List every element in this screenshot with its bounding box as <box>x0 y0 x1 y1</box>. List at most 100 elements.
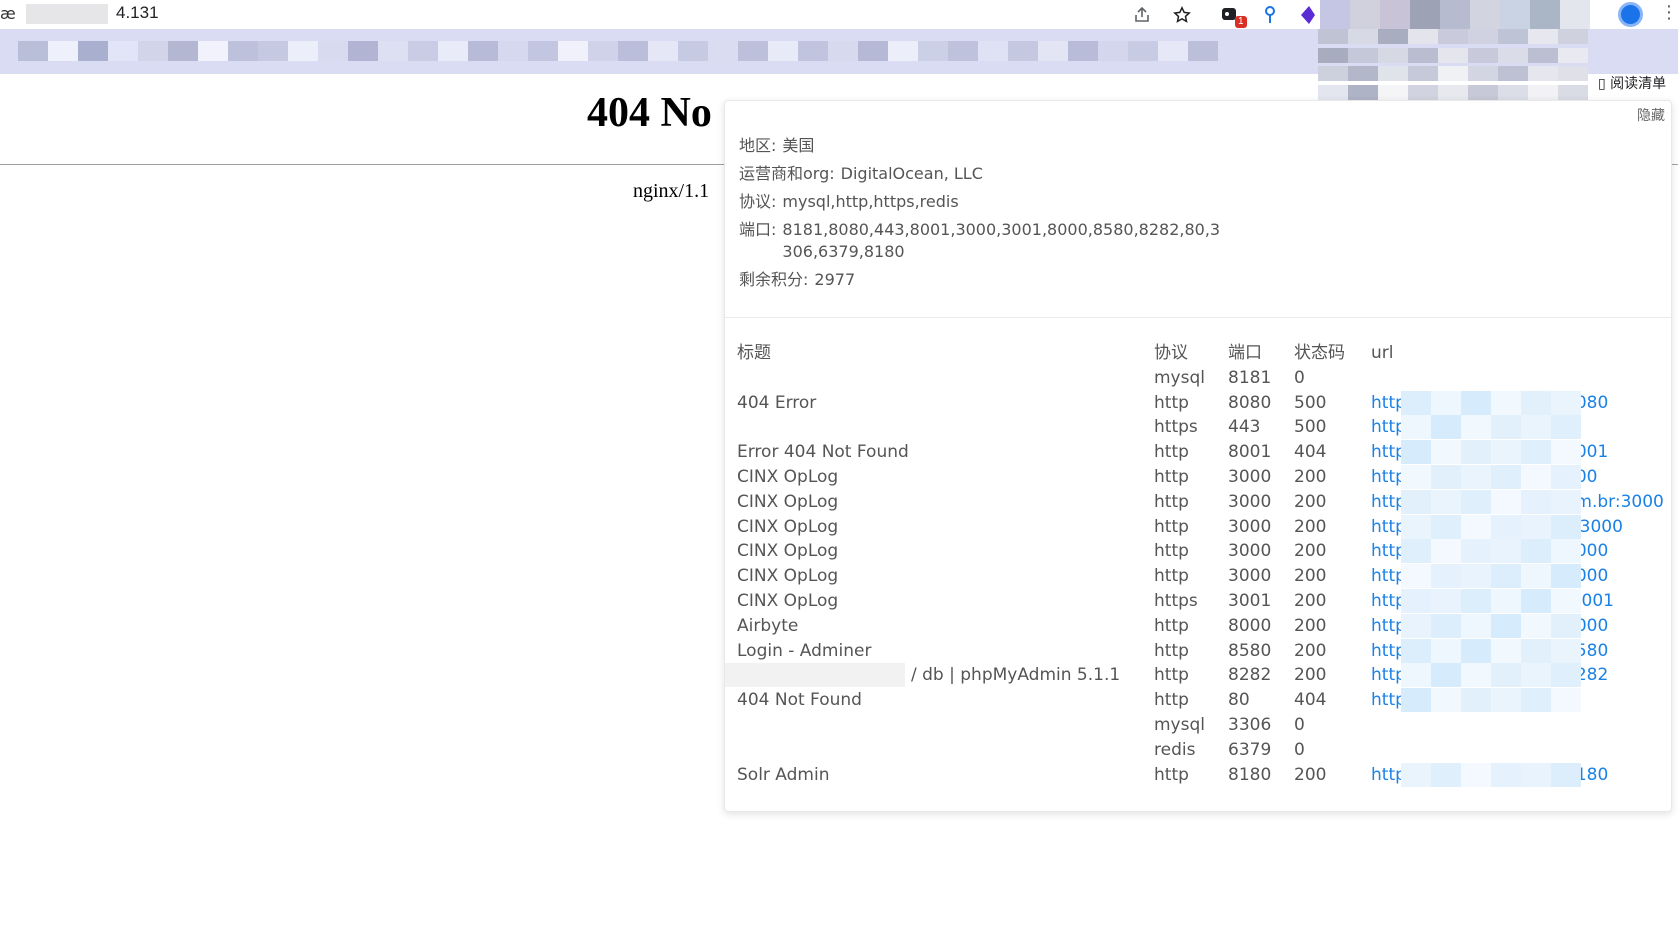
url-redacted <box>1401 489 1581 514</box>
table-row: 404 Not Found http 80 404 http <box>737 688 1667 713</box>
header-status: 状态码 <box>1294 343 1345 363</box>
url-redacted <box>1401 638 1581 663</box>
row-title-text: 404 Not Found <box>737 690 862 711</box>
row-protocol: http <box>1154 516 1189 537</box>
row-port: 3306 <box>1228 714 1272 735</box>
address-redacted <box>26 4 108 24</box>
url-redacted <box>1401 440 1581 465</box>
row-port: 8580 <box>1228 640 1272 661</box>
row-title-text: Airbyte <box>737 615 799 636</box>
row-port: 3000 <box>1228 516 1272 537</box>
row-status: 200 <box>1294 541 1327 562</box>
table-row: CINX OpLog http 3000 200 http 3000 <box>737 564 1667 589</box>
row-status: 500 <box>1294 392 1327 413</box>
table-row: CINX OpLog http 3000 200 http 3000 <box>737 539 1667 564</box>
row-title: CINX OpLog <box>737 564 838 588</box>
url-redacted <box>1401 588 1581 613</box>
row-port: 3000 <box>1228 466 1272 487</box>
hide-button[interactable]: 隐藏 <box>1637 105 1665 125</box>
share-icon[interactable] <box>1130 3 1154 27</box>
row-status: 200 <box>1294 615 1327 636</box>
row-port: 6379 <box>1228 739 1272 760</box>
ports-label: 端口: <box>739 220 777 239</box>
header-port: 端口 <box>1228 343 1262 363</box>
row-port: 443 <box>1228 417 1261 438</box>
row-title-text: Solr Admin <box>737 764 830 785</box>
table-row: Solr Admin http 8180 200 http 3180 <box>737 762 1667 788</box>
address-text[interactable]: 4.131 <box>116 3 159 23</box>
host-info-panel: 隐藏 地区: 美国 运营商和org: DigitalOcean, LLC 协议:… <box>724 100 1672 812</box>
star-icon[interactable] <box>1170 3 1194 27</box>
table-row: CINX OpLog http 3000 200 http om.br:3000 <box>737 489 1667 515</box>
bookmarks-bar: ▯ 阅读清单 <box>0 29 1678 100</box>
url-redacted <box>1401 514 1581 539</box>
row-protocol: http <box>1154 491 1189 512</box>
row-title: Airbyte <box>737 614 798 638</box>
points-label: 剩余积分: <box>739 270 809 289</box>
row-title: CINX OpLog <box>737 465 838 489</box>
title-redacted <box>725 663 905 688</box>
row-protocol: mysql <box>1154 714 1205 735</box>
reading-list-label: 阅读清单 <box>1610 76 1667 92</box>
row-protocol: http <box>1154 541 1189 562</box>
row-protocol: http <box>1154 690 1189 711</box>
server-signature: nginx/1.1 <box>633 180 710 202</box>
row-port: 3000 <box>1228 491 1272 512</box>
row-protocol: http <box>1154 665 1189 686</box>
row-status: 200 <box>1294 566 1327 587</box>
profile-icon[interactable] <box>1618 2 1643 27</box>
url-redacted <box>1401 688 1581 713</box>
row-status: 404 <box>1294 442 1327 463</box>
table-row: https 443 500 http <box>737 415 1667 440</box>
table-row: redis 6379 0 <box>737 738 1667 763</box>
row-title-text: Error 404 Not Found <box>737 442 909 463</box>
row-title: 404 Error <box>737 391 816 415</box>
row-title: CINX OpLog <box>737 515 838 539</box>
kebab-menu-icon[interactable]: ⋮ <box>1660 2 1678 23</box>
row-title-text: CINX OpLog <box>737 516 839 537</box>
pin-icon[interactable] <box>1258 3 1282 27</box>
row-title: Error 404 Not Found <box>737 440 909 464</box>
table-body: mysql 8181 0 404 Error http 8080 500 http 8080 ht… <box>725 366 1667 788</box>
row-status: 200 <box>1294 640 1327 661</box>
row-title-text: CINX OpLog <box>737 541 839 562</box>
row-protocol: http <box>1154 615 1189 636</box>
purple-extension-icon[interactable] <box>1296 3 1320 27</box>
row-status: 500 <box>1294 417 1327 438</box>
region-value: 美国 <box>782 136 815 155</box>
row-title: CINX OpLog <box>737 539 838 563</box>
table-row: mysql 3306 0 <box>737 713 1667 738</box>
protocol-label: 协议: <box>739 192 777 211</box>
url-redacted <box>1401 762 1581 787</box>
table-row: CINX OpLog http 3000 200 http z:3000 <box>737 514 1667 540</box>
url-redacted <box>1401 415 1581 440</box>
host-summary: 地区: 美国 运营商和org: DigitalOcean, LLC 协议: my… <box>739 135 1259 297</box>
table-row: CINX OpLog https 3001 200 http:3001 <box>737 588 1667 614</box>
row-protocol: http <box>1154 392 1189 413</box>
url-redacted <box>1401 564 1581 589</box>
row-port: 8001 <box>1228 442 1272 463</box>
row-protocol: http <box>1154 466 1189 487</box>
reading-list-icon: ▯ <box>1598 76 1611 92</box>
row-port: 8181 <box>1228 367 1272 388</box>
row-protocol: http <box>1154 640 1189 661</box>
ports-line: 端口: 8181,8080,443,8001,3000,3001,8000,85… <box>739 219 1259 263</box>
reading-list-button[interactable]: ▯ 阅读清单 <box>1598 73 1666 93</box>
row-title-text: CINX OpLog <box>737 491 839 512</box>
table-row: CINX OpLog http 3000 200 http 000 <box>737 464 1667 490</box>
table-row: / db | phpMyAdmin 5.1.1 http 8282 200 http 32… <box>725 663 1667 688</box>
page-heading: 404 No <box>587 90 712 136</box>
row-status: 200 <box>1294 764 1327 785</box>
table-row: 404 Error http 8080 500 http 8080 <box>737 390 1667 416</box>
row-port: 8080 <box>1228 392 1272 413</box>
table-row: mysql 8181 0 <box>737 366 1667 391</box>
row-port: 8000 <box>1228 615 1272 636</box>
header-url: url <box>1371 343 1394 363</box>
table-row: Error 404 Not Found http 8001 404 http 3001 <box>737 440 1667 465</box>
row-title: CINX OpLog <box>737 490 838 514</box>
bookmarks-redacted-right <box>1318 29 1603 103</box>
address-bar[interactable]: æ 4.131 1 ⋮ <box>0 0 1678 29</box>
row-status: 0 <box>1294 367 1305 388</box>
org-value: DigitalOcean, LLC <box>840 164 983 183</box>
url-redacted <box>1401 539 1581 564</box>
